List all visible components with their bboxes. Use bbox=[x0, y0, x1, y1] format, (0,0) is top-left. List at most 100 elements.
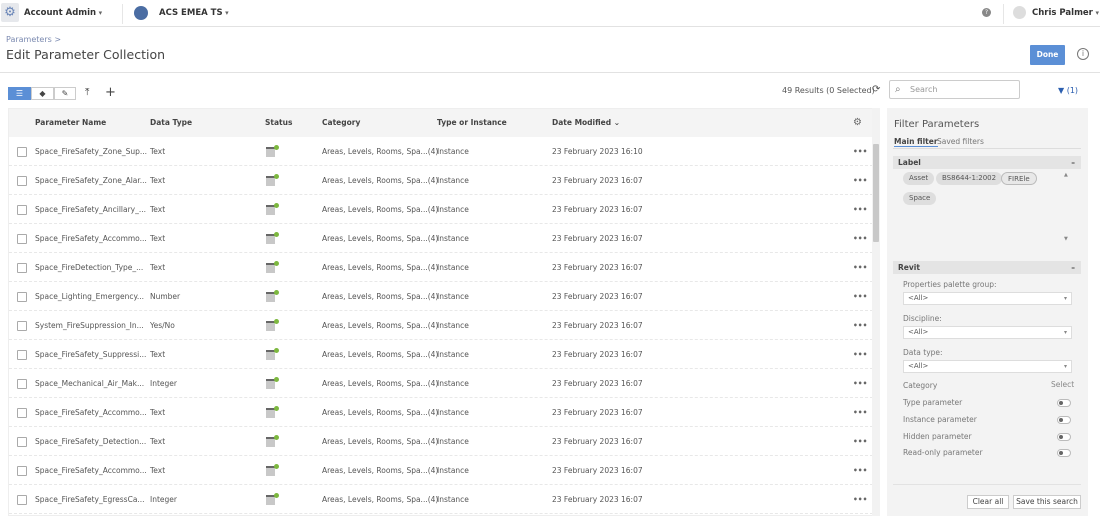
column-settings-icon[interactable]: ⚙ bbox=[853, 109, 862, 137]
parameter-name[interactable]: Space_FireSafety_Suppressi... bbox=[35, 340, 146, 369]
clear-all-button[interactable]: Clear all bbox=[967, 495, 1009, 509]
parameter-name[interactable]: Space_FireSafety_Accommo... bbox=[35, 456, 147, 485]
parameter-name[interactable]: Space_FireSafety_Zone_Sup... bbox=[35, 137, 147, 166]
scroll-down-icon[interactable]: ▼ bbox=[1064, 236, 1068, 242]
row-checkbox[interactable] bbox=[17, 147, 27, 157]
save-search-button[interactable]: Save this search bbox=[1013, 495, 1081, 509]
info-icon[interactable]: i bbox=[1077, 48, 1089, 60]
row-checkbox[interactable] bbox=[17, 176, 27, 186]
revit-section-header[interactable]: Revit – bbox=[893, 261, 1081, 274]
more-options-icon[interactable]: ••• bbox=[853, 282, 867, 311]
breadcrumb[interactable]: Parameters > bbox=[6, 35, 61, 44]
col-data-type[interactable]: Data Type bbox=[150, 109, 192, 137]
readonly-parameter-toggle[interactable] bbox=[1057, 449, 1071, 457]
table-row[interactable]: Space_Lighting_Emergency... Number Areas… bbox=[9, 282, 873, 311]
more-options-icon[interactable]: ••• bbox=[853, 398, 867, 427]
more-options-icon[interactable]: ••• bbox=[853, 485, 867, 514]
data-type-select[interactable]: <All> bbox=[903, 360, 1072, 373]
row-checkbox[interactable] bbox=[17, 408, 27, 418]
table-row[interactable]: Space_Mechanical_Air_Mak... Integer Area… bbox=[9, 369, 873, 398]
label-chip[interactable]: BS8644-1:2002 bbox=[936, 172, 1003, 185]
row-checkbox[interactable] bbox=[17, 205, 27, 215]
label-chip[interactable]: Space bbox=[903, 192, 937, 205]
tab-saved-filters[interactable]: Saved filters bbox=[937, 137, 984, 146]
avatar[interactable] bbox=[1013, 6, 1026, 19]
scrollbar-thumb[interactable] bbox=[873, 144, 879, 242]
upload-icon[interactable]: ⤒ bbox=[85, 87, 89, 98]
category-select-link[interactable]: Select bbox=[1051, 380, 1074, 389]
more-options-icon[interactable]: ••• bbox=[853, 253, 867, 282]
data-type: Number bbox=[150, 292, 181, 301]
more-options-icon[interactable]: ••• bbox=[853, 137, 867, 166]
table-row[interactable]: Space_FireSafety_EgressCa... Integer Are… bbox=[9, 485, 873, 514]
collapse-icon[interactable]: – bbox=[1071, 261, 1075, 274]
table-row[interactable]: Space_FireSafety_Accommo... Text Areas, … bbox=[9, 224, 873, 253]
row-checkbox[interactable] bbox=[17, 350, 27, 360]
col-type-or-instance[interactable]: Type or Instance bbox=[437, 109, 507, 137]
table-row[interactable]: Space_FireSafety_Accommo... Text Areas, … bbox=[9, 398, 873, 427]
parameter-name[interactable]: Space_Mechanical_Air_Mak... bbox=[35, 369, 144, 398]
more-options-icon[interactable]: ••• bbox=[853, 166, 867, 195]
label-section-header[interactable]: Label – bbox=[893, 156, 1081, 169]
row-checkbox[interactable] bbox=[17, 437, 27, 447]
more-options-icon[interactable]: ••• bbox=[853, 427, 867, 456]
type-parameter-toggle[interactable] bbox=[1057, 399, 1071, 407]
parameter-name[interactable]: Space_FireSafety_Zone_Alar... bbox=[35, 166, 147, 195]
table-row[interactable]: Space_FireDetection_Type_... Text Areas,… bbox=[9, 253, 873, 282]
row-checkbox[interactable] bbox=[17, 379, 27, 389]
col-date-modified[interactable]: Date Modified ⌄ bbox=[552, 109, 620, 137]
more-options-icon[interactable]: ••• bbox=[853, 224, 867, 253]
col-status[interactable]: Status bbox=[265, 109, 292, 137]
label-chip[interactable]: Asset bbox=[903, 172, 935, 185]
project-menu[interactable]: ACS EMEA TS ▾ bbox=[159, 8, 229, 18]
parameter-name[interactable]: Space_FireSafety_Ancillary_... bbox=[35, 195, 146, 224]
more-options-icon[interactable]: ••• bbox=[853, 195, 867, 224]
search-input[interactable]: ⌕ Search bbox=[889, 80, 1020, 99]
row-checkbox[interactable] bbox=[17, 234, 27, 244]
scroll-up-icon[interactable]: ▲ bbox=[1064, 172, 1068, 178]
row-checkbox[interactable] bbox=[17, 321, 27, 331]
label-view-button[interactable]: ◆ bbox=[31, 87, 54, 100]
more-options-icon[interactable]: ••• bbox=[853, 311, 867, 340]
collapse-icon[interactable]: – bbox=[1071, 156, 1075, 169]
ppg-select[interactable]: <All> bbox=[903, 292, 1072, 305]
more-options-icon[interactable]: ••• bbox=[853, 340, 867, 369]
gear-icon[interactable]: ⚙ bbox=[1, 3, 19, 22]
tab-main-filter[interactable]: Main filter bbox=[894, 137, 938, 147]
row-checkbox[interactable] bbox=[17, 292, 27, 302]
user-menu[interactable]: Chris Palmer ▾ bbox=[1032, 8, 1099, 18]
table-row[interactable]: Space_FireSafety_Detection... Text Areas… bbox=[9, 427, 873, 456]
row-checkbox[interactable] bbox=[17, 466, 27, 476]
refresh-icon[interactable]: ⟳ bbox=[872, 84, 880, 95]
parameter-name[interactable]: Space_FireSafety_Accommo... bbox=[35, 398, 147, 427]
more-options-icon[interactable]: ••• bbox=[853, 456, 867, 485]
table-row[interactable]: Space_FireSafety_Zone_Sup... Text Areas,… bbox=[9, 137, 873, 166]
more-options-icon[interactable]: ••• bbox=[853, 369, 867, 398]
table-row[interactable]: Space_FireSafety_Ancillary_... Text Area… bbox=[9, 195, 873, 224]
account-menu[interactable]: Account Admin ▾ bbox=[24, 8, 102, 18]
table-row[interactable]: Space_FireSafety_Suppressi... Text Areas… bbox=[9, 340, 873, 369]
table-row[interactable]: Space_FireSafety_Zone_Alar... Text Areas… bbox=[9, 166, 873, 195]
instance-parameter-toggle[interactable] bbox=[1057, 416, 1071, 424]
parameter-name[interactable]: Space_FireSafety_Accommo... bbox=[35, 224, 147, 253]
col-category[interactable]: Category bbox=[322, 109, 360, 137]
label-chip[interactable]: FIREle bbox=[1001, 172, 1037, 185]
parameter-name[interactable]: Space_FireSafety_EgressCa... bbox=[35, 485, 145, 514]
table-row[interactable]: System_FireSuppression_In... Yes/No Area… bbox=[9, 311, 873, 340]
row-checkbox[interactable] bbox=[17, 495, 27, 505]
row-checkbox[interactable] bbox=[17, 263, 27, 273]
filter-toggle[interactable]: ▼ (1) bbox=[1058, 86, 1078, 95]
parameter-name[interactable]: Space_Lighting_Emergency... bbox=[35, 282, 144, 311]
parameter-name[interactable]: System_FireSuppression_In... bbox=[35, 311, 144, 340]
table-row[interactable]: Space_FireSafety_Accommo... Text Areas, … bbox=[9, 456, 873, 485]
parameter-name[interactable]: Space_FireSafety_Detection... bbox=[35, 427, 146, 456]
edit-button[interactable]: ✎ bbox=[54, 87, 76, 100]
help-icon[interactable]: ? bbox=[982, 8, 991, 17]
list-view-button[interactable]: ☰ bbox=[8, 87, 31, 100]
parameter-name[interactable]: Space_FireDetection_Type_... bbox=[35, 253, 143, 282]
discipline-select[interactable]: <All> bbox=[903, 326, 1072, 339]
col-parameter-name[interactable]: Parameter Name bbox=[35, 109, 106, 137]
hidden-parameter-toggle[interactable] bbox=[1057, 433, 1071, 441]
add-icon[interactable]: + bbox=[105, 85, 116, 100]
done-button[interactable]: Done bbox=[1030, 45, 1065, 65]
